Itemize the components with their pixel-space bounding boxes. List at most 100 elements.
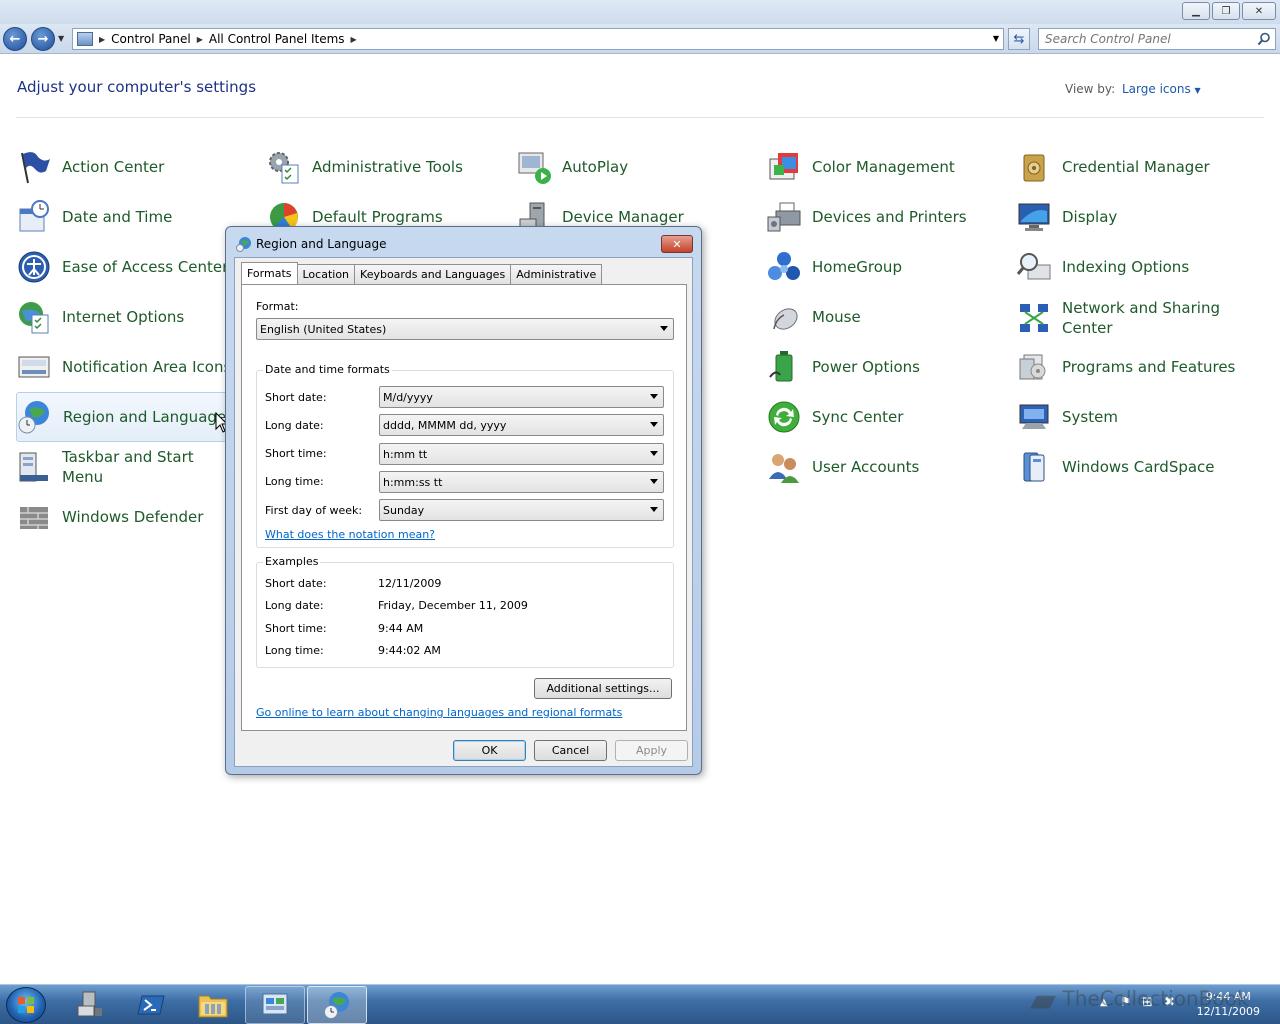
taskbar-control-panel[interactable] [245, 986, 305, 1024]
restore-button[interactable]: ❐ [1212, 2, 1240, 20]
tab-formats[interactable]: Formats [241, 262, 298, 284]
additional-settings-button[interactable]: Additional settings... [534, 678, 672, 699]
cp-item-system[interactable]: System [1016, 392, 1266, 442]
chevron-down-icon [650, 394, 658, 399]
first-day-dropdown[interactable]: Sunday [379, 499, 664, 521]
cp-item-indexing-options[interactable]: Indexing Options [1016, 242, 1266, 292]
taskbar-region-language[interactable] [307, 986, 367, 1024]
cp-item-label: Power Options [812, 358, 920, 376]
close-icon: ✕ [1254, 5, 1264, 17]
cp-item-label: Color Management [812, 158, 955, 176]
cp-item-network-sharing[interactable]: Network and Sharing Center [1016, 292, 1266, 344]
cp-item-administrative-tools[interactable]: Administrative Tools [266, 142, 506, 192]
online-help-link[interactable]: Go online to learn about changing langua… [256, 706, 622, 719]
cp-item-label: System [1062, 408, 1118, 426]
date-time-formats-group: Date and time formats Short date: M/d/yy… [256, 363, 674, 548]
long-date-value: dddd, MMMM dd, yyyy [383, 418, 507, 432]
close-window-button[interactable]: ✕ [1242, 2, 1276, 20]
example-long-date-value: Friday, December 11, 2009 [378, 599, 528, 612]
cp-item-taskbar[interactable]: Taskbar and Start Menu [16, 442, 231, 492]
indexing-icon [1016, 253, 1051, 280]
tab-location[interactable]: Location [296, 264, 356, 284]
cp-item-windows-cardspace[interactable]: Windows CardSpace [1016, 442, 1266, 492]
cp-item-autoplay[interactable]: AutoPlay [516, 142, 756, 192]
cp-item-credential-manager[interactable]: Credential Manager [1016, 142, 1266, 192]
breadcrumb-separator-icon[interactable]: ▶ [351, 35, 357, 44]
dialog-body: Formats Location Keyboards and Languages… [234, 257, 693, 767]
homegroup-icon [768, 252, 800, 280]
cp-item-color-management[interactable]: Color Management [766, 142, 1006, 192]
search-box[interactable] [1038, 28, 1276, 50]
view-by-dropdown[interactable]: Large icons ▼ [1122, 82, 1201, 96]
cp-item-mouse[interactable]: Mouse [766, 292, 1006, 342]
view-by-label: View by: [1065, 82, 1116, 96]
watermark: ▰ TheCollectionBook [1030, 980, 1248, 1020]
breadcrumb-control-panel[interactable]: Control Panel [111, 32, 191, 46]
tab-keyboards-languages[interactable]: Keyboards and Languages [354, 264, 512, 284]
address-bar[interactable]: ▶ Control Panel ▶ All Control Panel Item… [72, 28, 1004, 50]
taskbar-server-manager[interactable] [60, 986, 120, 1024]
long-time-dropdown[interactable]: h:mm:ss tt [379, 471, 664, 493]
cp-item-power-options[interactable]: Power Options [766, 342, 1006, 392]
arrow-left-icon: ← [9, 31, 21, 47]
windows-logo-icon [18, 997, 34, 1013]
minimize-icon: ▁ [1192, 5, 1200, 17]
cp-item-ease-of-access[interactable]: Ease of Access Center [16, 242, 246, 292]
long-date-dropdown[interactable]: dddd, MMMM dd, yyyy [379, 414, 664, 436]
cp-item-date-time[interactable]: Date and Time [16, 192, 246, 242]
cp-item-devices-printers[interactable]: Devices and Printers [766, 192, 1006, 242]
cp-item-label: HomeGroup [812, 258, 902, 276]
short-time-dropdown[interactable]: h:mm tt [379, 443, 664, 465]
format-dropdown[interactable]: English (United States) [256, 318, 674, 340]
cp-item-region-language[interactable]: Region and Language [16, 392, 231, 442]
group-title: Date and time formats [263, 363, 392, 376]
autoplay-icon [518, 152, 551, 184]
search-input[interactable] [1045, 32, 1245, 46]
chevron-down-icon: ▼ [1194, 86, 1201, 95]
dialog-close-button[interactable]: ✕ [661, 235, 693, 253]
start-button[interactable] [6, 987, 46, 1023]
address-dropdown-icon[interactable]: ▼ [993, 34, 999, 43]
cp-item-notification-area[interactable]: Notification Area Icons [16, 342, 246, 392]
region-language-dialog: Region and Language ✕ Formats Location K… [225, 226, 702, 775]
breadcrumb-separator-icon[interactable]: ▶ [99, 35, 105, 44]
back-button[interactable]: ← [3, 27, 27, 51]
example-long-time-label: Long time: [265, 644, 324, 657]
short-date-label: Short date: [265, 391, 327, 404]
breadcrumb-all-items[interactable]: All Control Panel Items [209, 32, 345, 46]
page-title: Adjust your computer's settings [17, 78, 257, 96]
cp-item-label: Ease of Access Center [62, 258, 229, 276]
cp-item-action-center[interactable]: Action Center [16, 142, 246, 192]
taskbar-windows-explorer[interactable] [183, 986, 243, 1024]
tab-administrative[interactable]: Administrative [510, 264, 603, 284]
explorer-icon [198, 995, 228, 1018]
forward-button[interactable]: → [31, 27, 55, 51]
view-by-value[interactable]: Large icons [1122, 82, 1191, 96]
cp-item-display[interactable]: Display [1016, 192, 1266, 242]
cp-item-homegroup[interactable]: HomeGroup [766, 242, 1006, 292]
ok-button[interactable]: OK [453, 740, 526, 761]
apply-button[interactable]: Apply [615, 740, 688, 761]
cp-item-label: Programs and Features [1062, 358, 1236, 376]
minimize-button[interactable]: ▁ [1182, 2, 1210, 20]
cp-item-label: User Accounts [812, 458, 920, 476]
chevron-down-icon [650, 422, 658, 427]
credential-manager-icon [1023, 154, 1045, 182]
recent-pages-dropdown[interactable]: ▼ [58, 34, 64, 43]
breadcrumb-separator-icon[interactable]: ▶ [197, 35, 203, 44]
printer-icon [767, 202, 801, 232]
cancel-button[interactable]: Cancel [534, 740, 607, 761]
short-date-dropdown[interactable]: M/d/yyyy [379, 386, 664, 408]
cp-item-programs-features[interactable]: Programs and Features [1016, 342, 1266, 392]
taskbar-powershell[interactable] [121, 986, 181, 1024]
sync-icon [768, 401, 800, 433]
cp-item-label: Display [1062, 208, 1118, 226]
search-icon[interactable] [1257, 32, 1271, 46]
cp-item-label: Sync Center [812, 408, 904, 426]
notation-link[interactable]: What does the notation mean? [265, 528, 435, 541]
cp-item-user-accounts[interactable]: User Accounts [766, 442, 1006, 492]
cp-item-sync-center[interactable]: Sync Center [766, 392, 1006, 442]
refresh-button[interactable]: ⇆ [1008, 28, 1030, 50]
cp-item-windows-defender[interactable]: Windows Defender [16, 492, 246, 542]
cp-item-internet-options[interactable]: Internet Options [16, 292, 246, 342]
